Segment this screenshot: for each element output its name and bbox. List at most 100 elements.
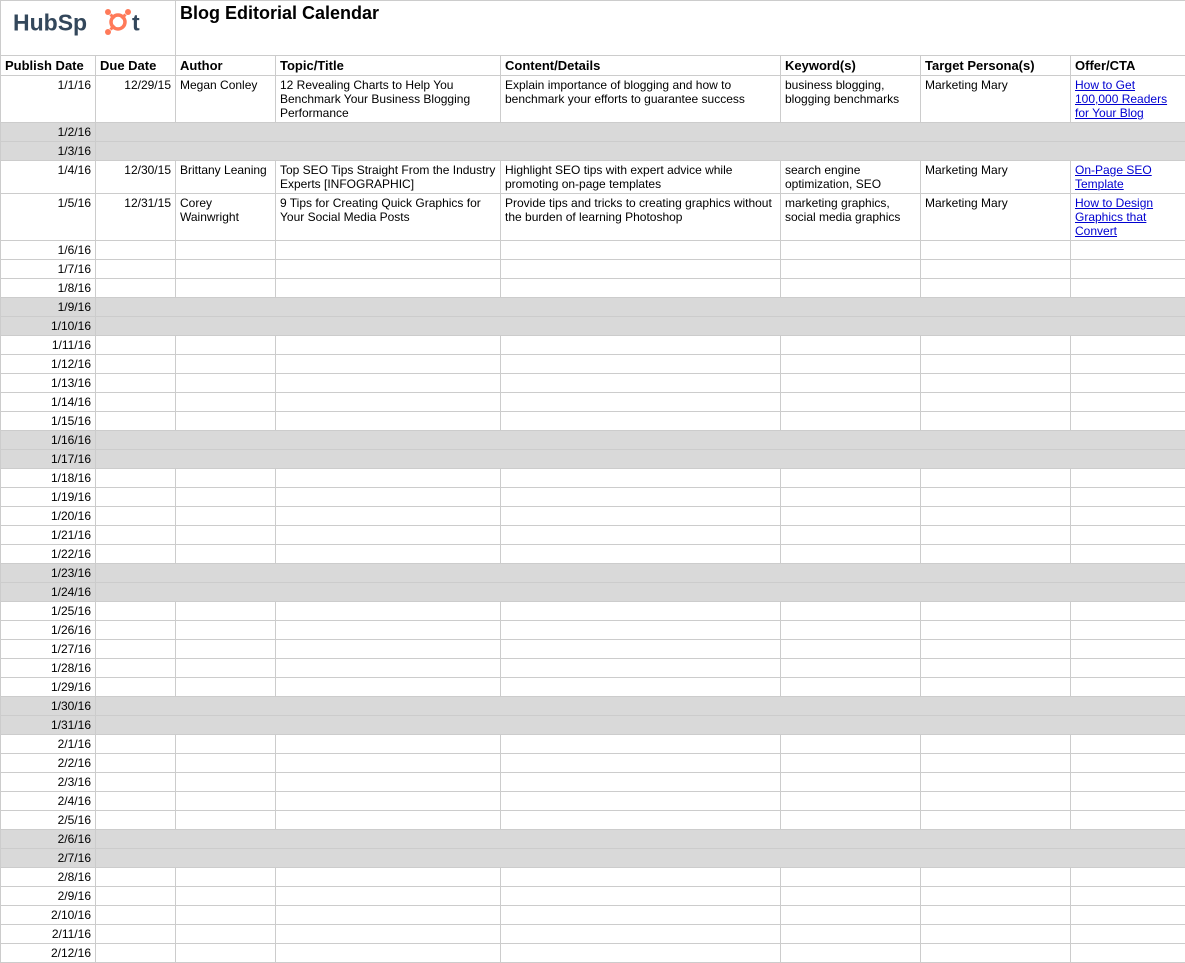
content-cell: Explain importance of blogging and how t… <box>501 76 781 123</box>
keywords-cell <box>781 412 921 431</box>
offer-cell <box>1071 412 1185 431</box>
table-row: 1/15/16 <box>1 412 1185 431</box>
offer-cell <box>1071 925 1185 944</box>
offer-cell[interactable]: How to Get 100,000 Readers for Your Blog <box>1071 76 1185 123</box>
due-date-cell <box>96 754 176 773</box>
topic-cell <box>276 526 501 545</box>
topic-cell: Top SEO Tips Straight From the Industry … <box>276 161 501 194</box>
author-cell <box>176 374 276 393</box>
content-cell <box>501 507 781 526</box>
keywords-cell <box>781 925 921 944</box>
publish-date-cell: 1/31/16 <box>1 716 96 735</box>
content-cell <box>501 279 781 298</box>
empty-shaded-cell <box>96 298 1185 317</box>
publish-date-cell: 2/3/16 <box>1 773 96 792</box>
topic-cell <box>276 488 501 507</box>
publish-date-cell: 2/5/16 <box>1 811 96 830</box>
content-cell <box>501 260 781 279</box>
offer-cell[interactable]: On-Page SEO Template <box>1071 161 1185 194</box>
keywords-cell <box>781 773 921 792</box>
persona-cell: Marketing Mary <box>921 161 1071 194</box>
empty-shaded-cell <box>96 830 1185 849</box>
author-cell <box>176 678 276 697</box>
publish-date-cell: 2/10/16 <box>1 906 96 925</box>
table-row: 1/23/16 <box>1 564 1185 583</box>
page-title: Blog Editorial Calendar <box>176 1 1185 56</box>
keywords-cell <box>781 887 921 906</box>
publish-date-cell: 1/6/16 <box>1 241 96 260</box>
publish-date-cell: 2/8/16 <box>1 868 96 887</box>
offer-cell <box>1071 906 1185 925</box>
offer-cell <box>1071 469 1185 488</box>
author-cell <box>176 260 276 279</box>
topic-cell <box>276 241 501 260</box>
author-cell <box>176 754 276 773</box>
publish-date-cell: 1/22/16 <box>1 545 96 564</box>
topic-cell <box>276 602 501 621</box>
offer-cell <box>1071 507 1185 526</box>
empty-shaded-cell <box>96 431 1185 450</box>
offer-cell <box>1071 545 1185 564</box>
offer-cell <box>1071 678 1185 697</box>
due-date-cell <box>96 355 176 374</box>
topic-cell <box>276 792 501 811</box>
table-row: 1/3/16 <box>1 142 1185 161</box>
table-row: 1/5/1612/31/15Corey Wainwright9 Tips for… <box>1 194 1185 241</box>
offer-cell[interactable]: How to Design Graphics that Convert <box>1071 194 1185 241</box>
author-cell: Corey Wainwright <box>176 194 276 241</box>
table-row: 1/31/16 <box>1 716 1185 735</box>
due-date-cell <box>96 621 176 640</box>
publish-date-cell: 1/4/16 <box>1 161 96 194</box>
content-cell <box>501 241 781 260</box>
empty-shaded-cell <box>96 142 1185 161</box>
persona-cell: Marketing Mary <box>921 76 1071 123</box>
publish-date-cell: 1/29/16 <box>1 678 96 697</box>
table-row: 1/21/16 <box>1 526 1185 545</box>
col-header-persona: Target Persona(s) <box>921 56 1071 76</box>
publish-date-cell: 2/1/16 <box>1 735 96 754</box>
author-cell <box>176 640 276 659</box>
topic-cell: 9 Tips for Creating Quick Graphics for Y… <box>276 194 501 241</box>
publish-date-cell: 1/28/16 <box>1 659 96 678</box>
persona-cell <box>921 260 1071 279</box>
persona-cell <box>921 545 1071 564</box>
content-cell <box>501 374 781 393</box>
offer-cell <box>1071 526 1185 545</box>
due-date-cell <box>96 260 176 279</box>
keywords-cell: business blogging, blogging benchmarks <box>781 76 921 123</box>
keywords-cell <box>781 868 921 887</box>
persona-cell <box>921 735 1071 754</box>
due-date-cell <box>96 906 176 925</box>
table-row: 2/1/16 <box>1 735 1185 754</box>
offer-link[interactable]: How to Design Graphics that Convert <box>1075 196 1153 238</box>
offer-cell <box>1071 374 1185 393</box>
col-header-keywords: Keyword(s) <box>781 56 921 76</box>
keywords-cell <box>781 279 921 298</box>
publish-date-cell: 1/13/16 <box>1 374 96 393</box>
due-date-cell <box>96 792 176 811</box>
content-cell <box>501 868 781 887</box>
topic-cell <box>276 868 501 887</box>
persona-cell <box>921 906 1071 925</box>
content-cell <box>501 811 781 830</box>
publish-date-cell: 1/10/16 <box>1 317 96 336</box>
publish-date-cell: 2/6/16 <box>1 830 96 849</box>
due-date-cell <box>96 811 176 830</box>
offer-link[interactable]: How to Get 100,000 Readers for Your Blog <box>1075 78 1167 120</box>
due-date-cell <box>96 944 176 963</box>
keywords-cell <box>781 260 921 279</box>
author-cell <box>176 868 276 887</box>
due-date-cell <box>96 602 176 621</box>
table-row: 1/22/16 <box>1 545 1185 564</box>
header-row: Publish Date Due Date Author Topic/Title… <box>1 56 1185 76</box>
keywords-cell <box>781 906 921 925</box>
table-row: 1/27/16 <box>1 640 1185 659</box>
author-cell <box>176 241 276 260</box>
due-date-cell <box>96 336 176 355</box>
table-row: 2/4/16 <box>1 792 1185 811</box>
offer-link[interactable]: On-Page SEO Template <box>1075 163 1152 191</box>
col-header-author: Author <box>176 56 276 76</box>
author-cell <box>176 393 276 412</box>
author-cell <box>176 488 276 507</box>
content-cell <box>501 469 781 488</box>
